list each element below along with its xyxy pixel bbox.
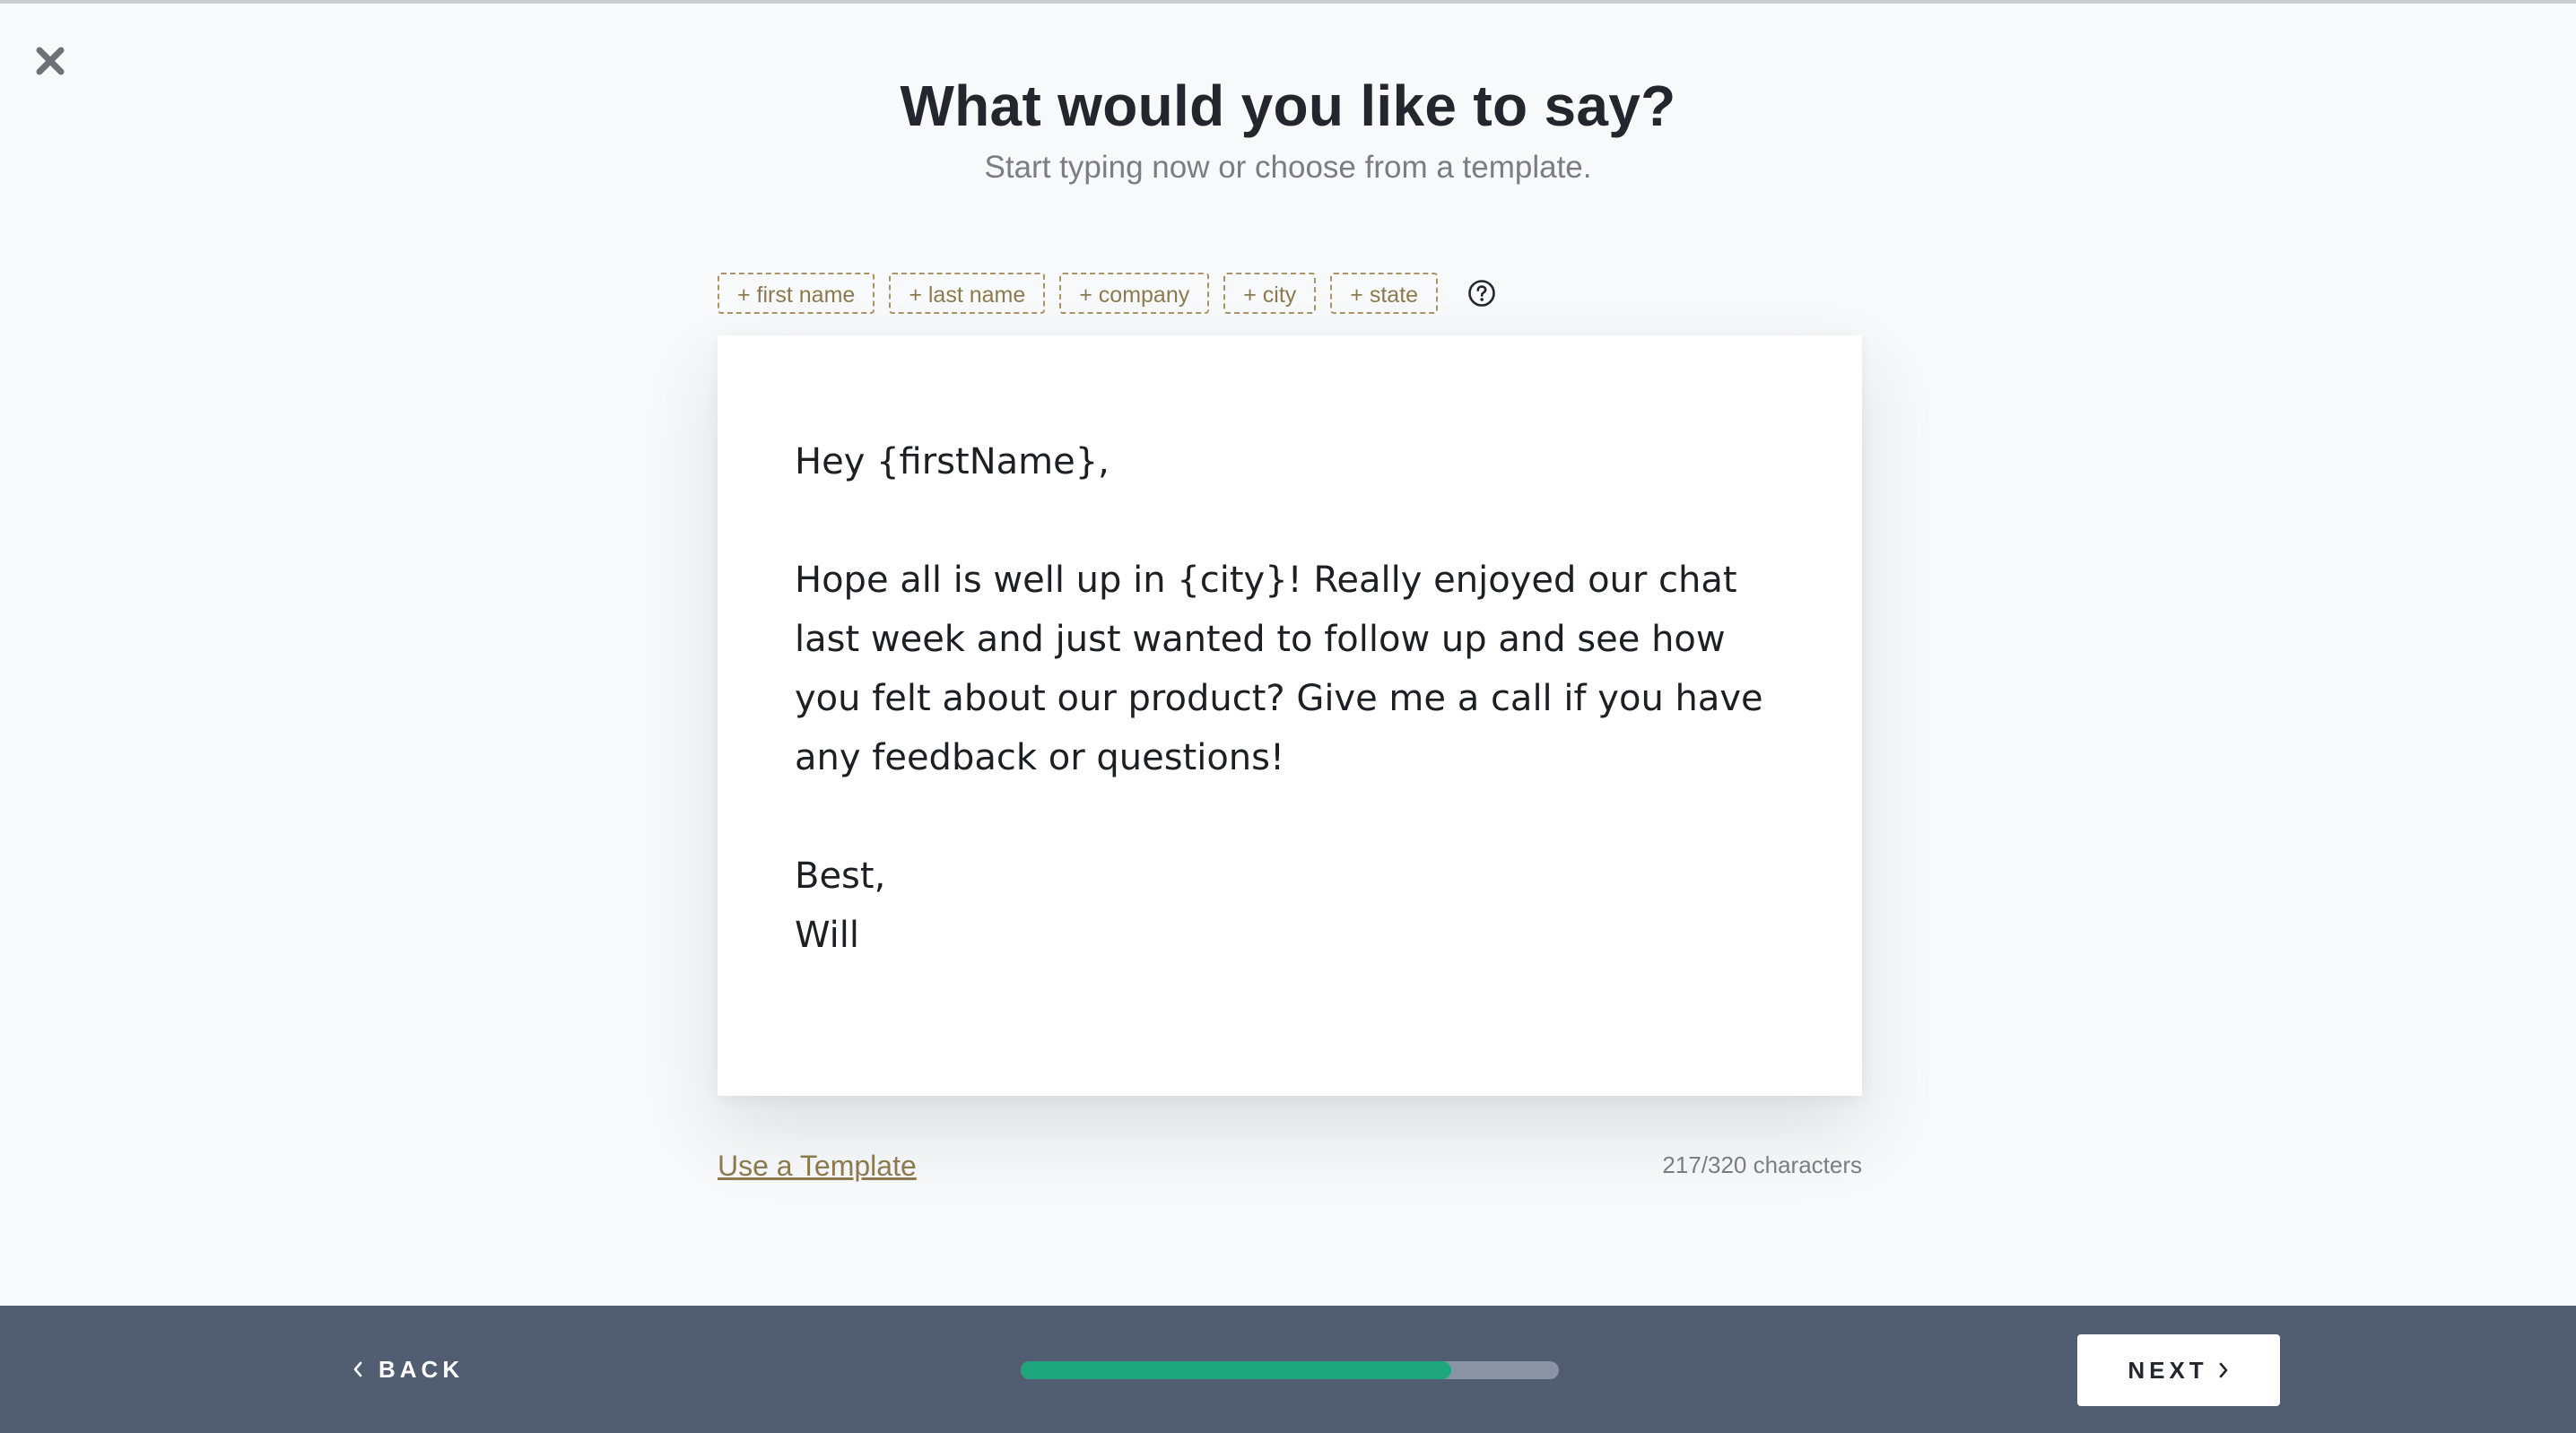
back-label: BACK: [379, 1355, 465, 1383]
character-count: 217/320 characters: [1662, 1151, 1862, 1178]
insert-state-button[interactable]: + state: [1330, 273, 1439, 314]
merge-field-toolbar: + first name + last name + company + cit…: [718, 273, 1497, 314]
page-subtitle: Start typing now or choose from a templa…: [984, 150, 1592, 185]
insert-city-button[interactable]: + city: [1223, 273, 1317, 314]
progress-fill: [1021, 1361, 1451, 1379]
progress-bar: [1021, 1361, 1559, 1379]
page-title: What would you like to say?: [900, 74, 1676, 138]
insert-company-button[interactable]: + company: [1059, 273, 1210, 314]
footer-bar: BACK NEXT: [0, 1306, 2576, 1433]
insert-first-name-button[interactable]: + first name: [718, 273, 875, 314]
help-icon: [1468, 280, 1495, 307]
message-textarea[interactable]: Hey {firstName}, Hope all is well up in …: [795, 432, 1790, 1042]
page-header: What would you like to say? Start typing…: [0, 70, 2576, 188]
message-card: Hey {firstName}, Hope all is well up in …: [718, 335, 1862, 1096]
back-button[interactable]: BACK: [352, 1349, 464, 1390]
top-divider: [0, 0, 2576, 4]
chevron-left-icon: [352, 1360, 364, 1378]
use-template-link[interactable]: Use a Template: [718, 1150, 917, 1183]
help-button[interactable]: [1466, 278, 1497, 308]
chevron-right-icon: [2217, 1361, 2230, 1379]
next-label: NEXT: [2128, 1356, 2208, 1384]
next-button[interactable]: NEXT: [2077, 1334, 2280, 1406]
insert-last-name-button[interactable]: + last name: [889, 273, 1046, 314]
